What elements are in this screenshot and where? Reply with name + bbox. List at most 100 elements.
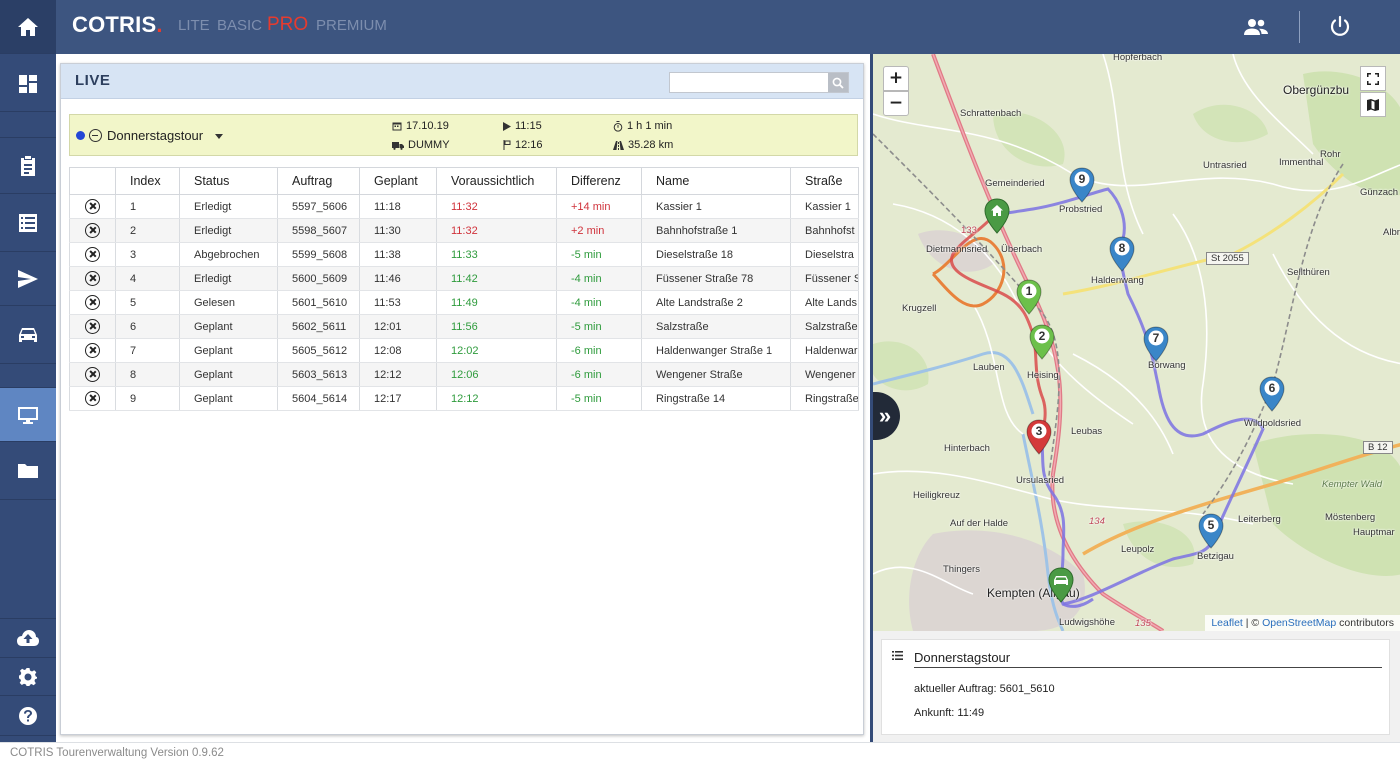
cancel-order-icon[interactable] — [85, 223, 100, 238]
cell-status: Gelesen — [179, 290, 278, 315]
fullscreen-icon — [1367, 72, 1379, 85]
cell-index: 6 — [115, 314, 180, 339]
marker-label: 3 — [1035, 424, 1043, 438]
search-input[interactable] — [670, 73, 828, 92]
cancel-order-icon[interactable] — [85, 319, 100, 334]
cancel-cell — [69, 338, 116, 363]
map-place-label: Ursulasried — [1016, 475, 1065, 486]
column-header[interactable]: Status — [179, 167, 278, 195]
map-marker-3[interactable]: 3 — [1026, 419, 1052, 455]
attribution-suffix: contributors — [1339, 617, 1394, 629]
search-button[interactable] — [828, 73, 848, 92]
users-icon[interactable] — [1243, 15, 1269, 39]
cancel-order-icon[interactable] — [85, 391, 100, 406]
cancel-order-icon[interactable] — [85, 247, 100, 262]
cell-name: Salzstraße — [641, 314, 791, 339]
cancel-order-icon[interactable] — [85, 271, 100, 286]
tour-duration-value: 1 h 1 min — [627, 120, 673, 132]
tour-start: 11:15 — [503, 120, 542, 132]
sidebar-item-files[interactable] — [0, 442, 56, 500]
table-row[interactable]: 4 Erledigt 5600_5609 11:46 11:42 -4 min Füssen… — [69, 266, 859, 291]
map-marker-7[interactable]: 7 — [1143, 326, 1169, 362]
plan-basic[interactable]: BASIC — [217, 17, 262, 34]
column-header[interactable]: Name — [641, 167, 791, 195]
sidebar-item-list[interactable] — [0, 194, 56, 252]
table-row[interactable]: 6 Geplant 5602_5611 12:01 11:56 -5 min Salzstr… — [69, 314, 859, 339]
map-place-label: Kempter Wald — [1322, 479, 1383, 490]
column-header[interactable]: Geplant — [359, 167, 437, 195]
road-icon — [613, 140, 624, 150]
column-header — [69, 167, 116, 195]
cell-strasse: Haldenwar — [790, 338, 859, 363]
cell-index: 2 — [115, 218, 180, 243]
plan-lite[interactable]: LITE — [178, 17, 210, 34]
cancel-order-icon[interactable] — [85, 199, 100, 214]
table-row[interactable]: 7 Geplant 5605_5612 12:08 12:02 -6 min Haldenw… — [69, 338, 859, 363]
cell-status: Erledigt — [179, 266, 278, 291]
column-header[interactable]: Auftrag — [277, 167, 360, 195]
map-marker-1[interactable]: 1 — [1016, 279, 1042, 315]
cancel-order-icon[interactable] — [85, 367, 100, 382]
tour-date: 17.10.19 — [392, 120, 449, 132]
table-header-row: Index Status Auftrag Geplant Voraussicht… — [69, 167, 859, 195]
map-marker-9[interactable]: 9 — [1069, 167, 1095, 203]
vehicle-marker-icon[interactable] — [1048, 567, 1074, 603]
cell-differenz: +14 min — [556, 194, 642, 219]
sidebar-spacer — [0, 364, 56, 388]
cell-strasse: Bahnhofst — [790, 218, 859, 243]
road-number: 135 — [1135, 618, 1151, 629]
cancel-order-icon[interactable] — [85, 343, 100, 358]
sidebar-item-live[interactable] — [0, 388, 56, 442]
table-row[interactable]: 3 Abgebrochen 5599_5608 11:38 11:33 -5 min Die… — [69, 242, 859, 267]
column-header[interactable]: Differenz — [556, 167, 642, 195]
plan-premium[interactable]: PREMIUM — [316, 17, 387, 34]
table-row[interactable]: 8 Geplant 5603_5613 12:12 12:06 -6 min Wengene… — [69, 362, 859, 387]
flag-icon — [503, 140, 511, 150]
column-header[interactable]: Voraussichtlich — [436, 167, 557, 195]
map-marker-2[interactable]: 2 — [1029, 324, 1055, 360]
sidebar-item-upload[interactable] — [0, 618, 56, 658]
fullscreen-button[interactable] — [1360, 66, 1386, 91]
map-marker-5[interactable]: 5 — [1198, 513, 1224, 549]
sidebar-item-send[interactable] — [0, 252, 56, 306]
chevron-down-icon[interactable] — [215, 134, 223, 139]
sidebar-item-vehicles[interactable] — [0, 306, 56, 364]
map-place-label: Hauptmar — [1353, 527, 1395, 538]
column-header[interactable]: Index — [115, 167, 180, 195]
sidebar-item-orders[interactable] — [0, 138, 56, 194]
collapse-icon[interactable] — [89, 129, 102, 142]
marker-label: 8 — [1118, 241, 1126, 255]
live-panel: LIVE Donnerstagstour 17.10.19 DUMMY 11:1… — [60, 63, 864, 735]
map-marker-8[interactable]: 8 — [1109, 236, 1135, 272]
list-icon — [19, 213, 37, 232]
column-header[interactable]: Straße — [790, 167, 859, 195]
table-row[interactable]: 9 Geplant 5604_5614 12:17 12:12 -5 min Ringstr… — [69, 386, 859, 411]
power-icon[interactable] — [1328, 15, 1352, 39]
openstreetmap-link[interactable]: OpenStreetMap — [1262, 617, 1336, 629]
sidebar-item-home[interactable] — [0, 0, 56, 54]
sidebar-item-dashboard[interactable] — [0, 56, 56, 112]
tour-name[interactable]: Donnerstagstour — [107, 128, 203, 143]
zoom-in-button[interactable]: + — [883, 66, 909, 91]
cell-voraussichtlich: 11:33 — [436, 242, 557, 267]
cancel-order-icon[interactable] — [85, 295, 100, 310]
home-marker-icon[interactable] — [984, 198, 1010, 234]
leaflet-link[interactable]: Leaflet — [1211, 617, 1243, 629]
cell-geplant: 11:18 — [359, 194, 437, 219]
map-layers-button[interactable] — [1360, 92, 1386, 117]
map[interactable]: Hopferbach Obergünzbu Schrattenbach Geme… — [870, 54, 1400, 631]
table-row[interactable]: 5 Gelesen 5601_5610 11:53 11:49 -4 min Alte La… — [69, 290, 859, 315]
table-row[interactable]: 2 Erledigt 5598_5607 11:30 11:32 +2 min Bahnho… — [69, 218, 859, 243]
sidebar-item-help[interactable] — [0, 696, 56, 736]
map-marker-6[interactable]: 6 — [1259, 376, 1285, 412]
footer: COTRIS Tourenverwaltung Version 0.9.62 — [0, 742, 1400, 770]
cell-status: Geplant — [179, 314, 278, 339]
cell-name: Haldenwanger Straße 1 — [641, 338, 791, 363]
list-bullets-icon[interactable] — [892, 651, 903, 660]
table-row[interactable]: 1 Erledigt 5597_5606 11:18 11:32 +14 min Kassi… — [69, 194, 859, 219]
plan-pro[interactable]: PRO — [267, 14, 308, 36]
zoom-out-button[interactable]: − — [883, 91, 909, 116]
sidebar-item-settings[interactable] — [0, 658, 56, 696]
cell-geplant: 11:38 — [359, 242, 437, 267]
map-place-label: Betzigau — [1197, 551, 1234, 562]
